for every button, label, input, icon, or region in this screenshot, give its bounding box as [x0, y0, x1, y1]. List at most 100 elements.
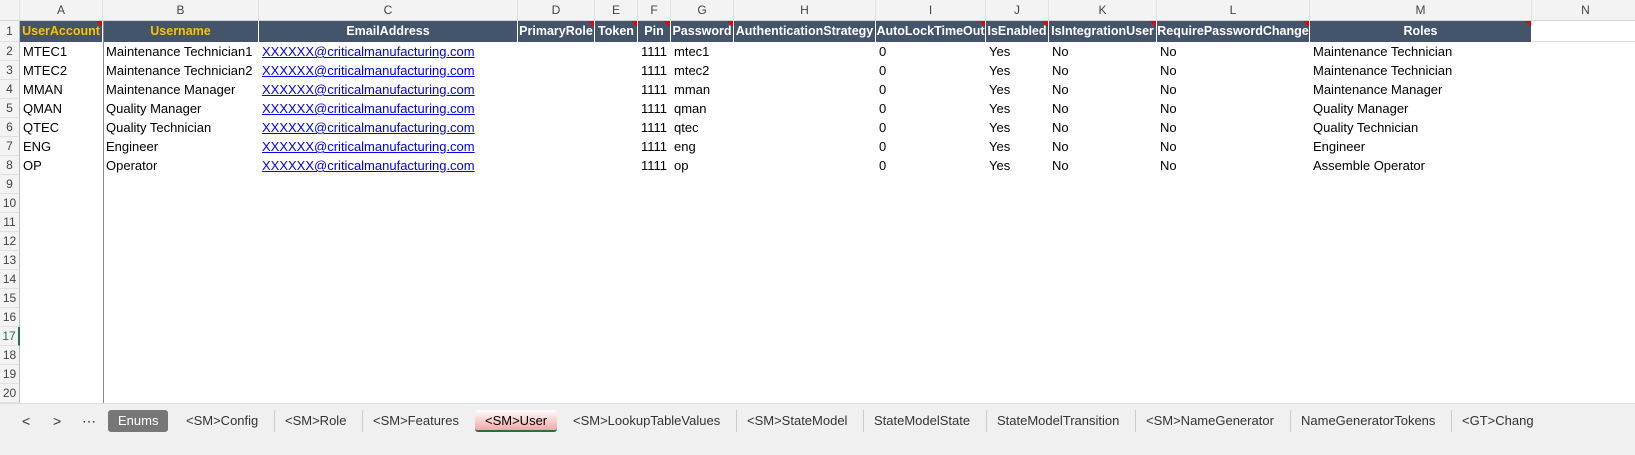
- sheet-tab[interactable]: StateModelState: [863, 410, 980, 432]
- header-cell-useraccount[interactable]: UserAccount: [20, 21, 103, 42]
- row-header-6[interactable]: 6: [0, 118, 20, 137]
- email-link[interactable]: XXXXXX@criticalmanufacturing.com: [259, 61, 518, 80]
- empty-cell[interactable]: [1532, 21, 1635, 42]
- column-header-b[interactable]: B: [103, 0, 259, 21]
- table-cell[interactable]: No: [1049, 99, 1157, 118]
- row-header-12[interactable]: 12: [0, 232, 20, 251]
- row-header-10[interactable]: 10: [0, 194, 20, 213]
- table-cell[interactable]: No: [1157, 118, 1310, 137]
- prev-sheet-button[interactable]: <: [22, 410, 30, 432]
- header-cell-autolocktimeout[interactable]: AutoLockTimeOut: [876, 21, 986, 42]
- row-header-18[interactable]: 18: [0, 346, 20, 365]
- table-cell[interactable]: 1111: [638, 42, 671, 61]
- column-header-k[interactable]: K: [1049, 0, 1157, 21]
- sheet-tab[interactable]: <SM>StateModel: [736, 410, 857, 432]
- column-header-f[interactable]: F: [638, 0, 671, 21]
- sheet-tab[interactable]: Enums: [108, 410, 169, 432]
- row-header-8[interactable]: 8: [0, 156, 20, 175]
- table-cell[interactable]: Maintenance Technician: [1310, 61, 1532, 80]
- sheet-tab[interactable]: <SM>Config: [176, 410, 268, 432]
- table-cell[interactable]: 0: [876, 80, 986, 99]
- table-cell[interactable]: mtec2: [671, 61, 734, 80]
- sheet-tab[interactable]: StateModelTransition: [986, 410, 1129, 432]
- table-cell[interactable]: eng: [671, 137, 734, 156]
- table-cell[interactable]: No: [1049, 61, 1157, 80]
- table-cell[interactable]: No: [1157, 61, 1310, 80]
- table-cell[interactable]: ENG: [20, 137, 103, 156]
- column-header-d[interactable]: D: [518, 0, 595, 21]
- table-cell[interactable]: No: [1049, 42, 1157, 61]
- table-cell[interactable]: 1111: [638, 99, 671, 118]
- table-cell[interactable]: OP: [20, 156, 103, 175]
- table-cell[interactable]: No: [1157, 80, 1310, 99]
- header-cell-authenticationstrategy[interactable]: AuthenticationStrategy: [734, 21, 876, 42]
- table-cell[interactable]: 0: [876, 99, 986, 118]
- table-cell[interactable]: Maintenance Manager: [1310, 80, 1532, 99]
- row-header-5[interactable]: 5: [0, 99, 20, 118]
- column-header-l[interactable]: L: [1157, 0, 1310, 21]
- more-sheets-button[interactable]: ⋯: [82, 410, 96, 432]
- table-cell[interactable]: 0: [876, 118, 986, 137]
- row-header-4[interactable]: 4: [0, 80, 20, 99]
- email-link[interactable]: XXXXXX@criticalmanufacturing.com: [259, 99, 518, 118]
- table-cell[interactable]: Engineer: [103, 137, 259, 156]
- header-cell-username[interactable]: Username: [103, 21, 259, 42]
- table-cell[interactable]: 0: [876, 42, 986, 61]
- sheet-tab[interactable]: <SM>NameGenerator: [1135, 410, 1284, 432]
- spreadsheet-grid[interactable]: A B C D E F G H I J K L M N 1 2 3 4 5 6 7 8 9 10 11 12 13 14 15 16 17 1…: [0, 0, 1635, 403]
- row-header-16[interactable]: 16: [0, 308, 20, 327]
- table-cell[interactable]: Quality Technician: [1310, 118, 1532, 137]
- header-cell-requirepasswordchange[interactable]: RequirePasswordChange: [1157, 21, 1310, 42]
- table-cell[interactable]: No: [1157, 156, 1310, 175]
- sheet-tab[interactable]: NameGeneratorTokens: [1290, 410, 1445, 432]
- table-cell[interactable]: Quality Manager: [1310, 99, 1532, 118]
- table-cell[interactable]: QMAN: [20, 99, 103, 118]
- table-cell[interactable]: Operator: [103, 156, 259, 175]
- table-cell[interactable]: No: [1157, 99, 1310, 118]
- row-header-1[interactable]: 1: [0, 21, 20, 42]
- select-all-corner[interactable]: [0, 0, 20, 21]
- row-header-9[interactable]: 9: [0, 175, 20, 194]
- table-cell[interactable]: Yes: [986, 42, 1049, 61]
- row-header-14[interactable]: 14: [0, 270, 20, 289]
- email-link[interactable]: XXXXXX@criticalmanufacturing.com: [259, 118, 518, 137]
- table-cell[interactable]: 1111: [638, 61, 671, 80]
- email-link[interactable]: XXXXXX@criticalmanufacturing.com: [259, 80, 518, 99]
- table-cell[interactable]: 0: [876, 156, 986, 175]
- row-header-20[interactable]: 20: [0, 384, 20, 403]
- table-cell[interactable]: No: [1049, 118, 1157, 137]
- column-header-i[interactable]: I: [876, 0, 986, 21]
- sheet-tab[interactable]: <SM>Role: [274, 410, 356, 432]
- table-cell[interactable]: Yes: [986, 137, 1049, 156]
- row-header-19[interactable]: 19: [0, 365, 20, 384]
- column-header-n[interactable]: N: [1532, 0, 1635, 21]
- table-cell[interactable]: Yes: [986, 80, 1049, 99]
- header-cell-password[interactable]: Password: [671, 21, 734, 42]
- header-cell-isintegrationuser[interactable]: IsIntegrationUser: [1049, 21, 1157, 42]
- table-cell[interactable]: QTEC: [20, 118, 103, 137]
- email-link[interactable]: XXXXXX@criticalmanufacturing.com: [259, 156, 518, 175]
- table-cell[interactable]: No: [1049, 137, 1157, 156]
- table-cell[interactable]: No: [1049, 80, 1157, 99]
- table-cell[interactable]: 1111: [638, 156, 671, 175]
- row-header-13[interactable]: 13: [0, 251, 20, 270]
- header-cell-isenabled[interactable]: IsEnabled: [986, 21, 1049, 42]
- column-header-m[interactable]: M: [1310, 0, 1532, 21]
- header-cell-roles[interactable]: Roles: [1310, 21, 1532, 42]
- column-header-e[interactable]: E: [595, 0, 638, 21]
- row-header-17[interactable]: 17: [0, 327, 20, 346]
- table-cell[interactable]: op: [671, 156, 734, 175]
- column-header-h[interactable]: H: [734, 0, 876, 21]
- row-header-7[interactable]: 7: [0, 137, 20, 156]
- email-link[interactable]: XXXXXX@criticalmanufacturing.com: [259, 42, 518, 61]
- table-cell[interactable]: 0: [876, 137, 986, 156]
- table-cell[interactable]: 1111: [638, 80, 671, 99]
- table-cell[interactable]: qtec: [671, 118, 734, 137]
- column-header-j[interactable]: J: [986, 0, 1049, 21]
- row-header-15[interactable]: 15: [0, 289, 20, 308]
- table-cell[interactable]: Yes: [986, 61, 1049, 80]
- header-cell-primaryrole[interactable]: PrimaryRole: [518, 21, 595, 42]
- table-cell[interactable]: Maintenance Technician2: [103, 61, 259, 80]
- header-cell-pin[interactable]: Pin: [638, 21, 671, 42]
- table-cell[interactable]: 0: [876, 61, 986, 80]
